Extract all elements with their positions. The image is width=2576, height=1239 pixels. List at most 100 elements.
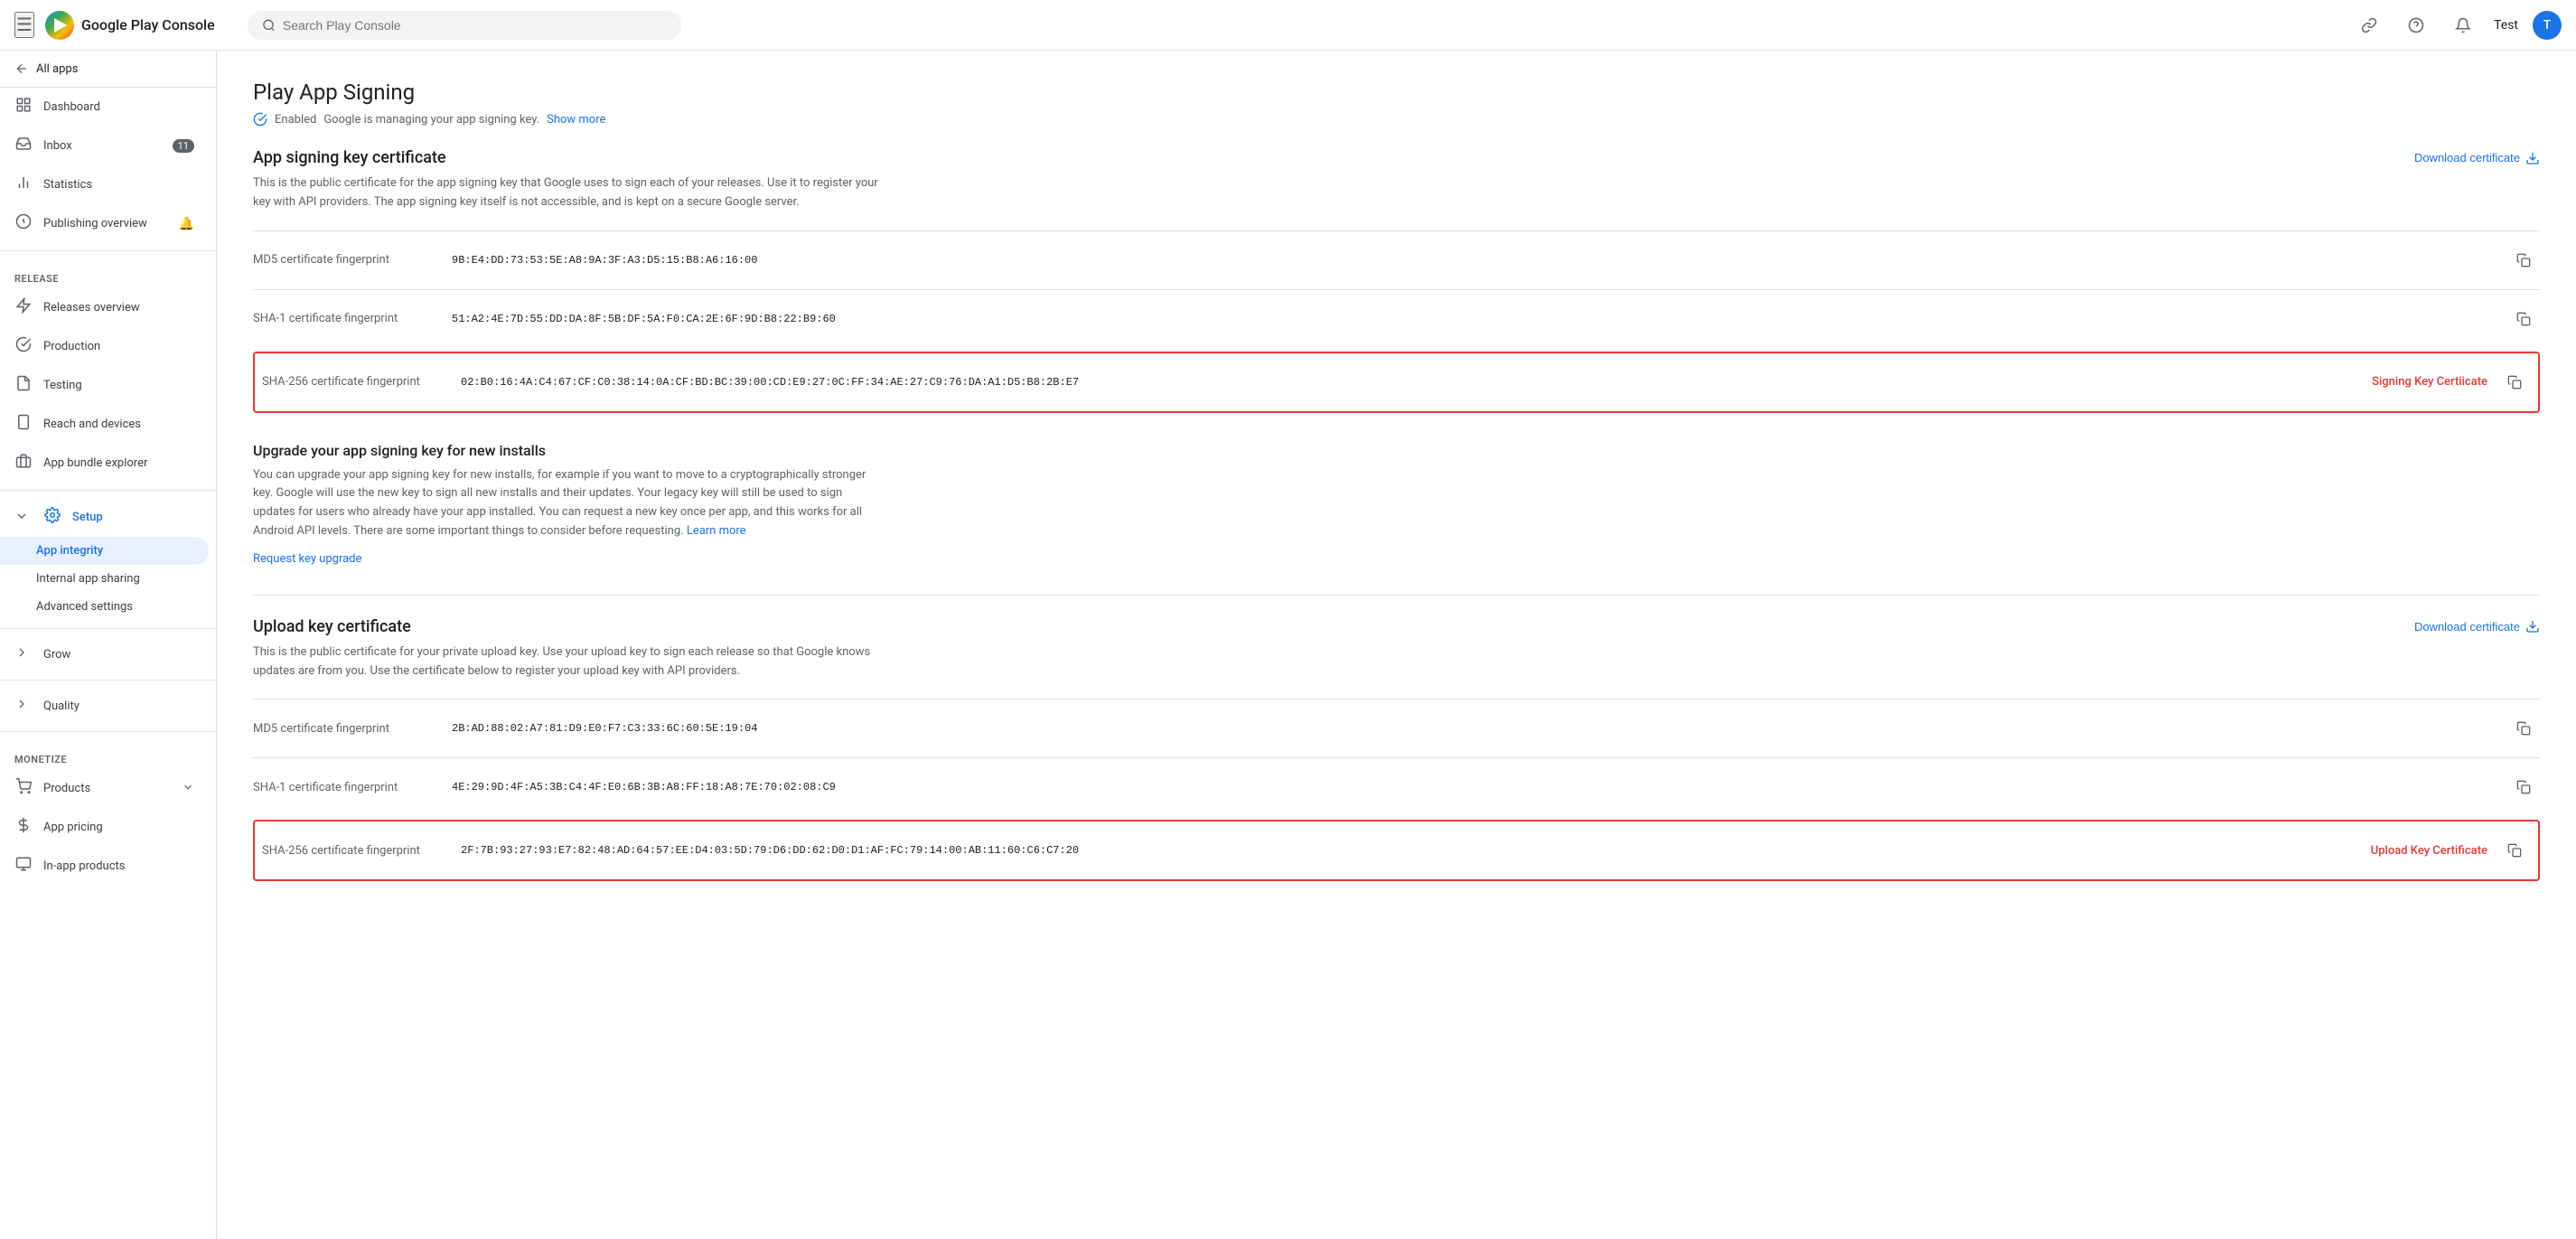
sidebar-item-testing[interactable]: Testing: [0, 366, 209, 405]
internal-sharing-label: Internal app sharing: [36, 572, 140, 586]
sidebar-item-production[interactable]: Production: [0, 327, 209, 366]
signing-sha256-row: SHA-256 certificate fingerprint 02:B0:16…: [253, 352, 2540, 413]
copy-icon: [2507, 843, 2522, 858]
request-key-upgrade-link[interactable]: Request key upgrade: [253, 552, 361, 566]
upload-section-desc: This is the public certificate for your …: [253, 643, 885, 681]
sidebar-divider-5: [0, 731, 216, 732]
publishing-icon-extra: 🔔: [179, 217, 194, 231]
sidebar-item-label: Statistics: [43, 178, 92, 192]
upload-md5-value: 2B:AD:88:02:A7:81:D9:E0:F7:C3:33:6C:60:5…: [452, 722, 2507, 735]
signing-sha1-copy-button[interactable]: [2507, 303, 2540, 335]
sidebar-item-inbox[interactable]: Inbox 11: [0, 127, 209, 165]
upload-sha1-copy-button[interactable]: [2507, 771, 2540, 803]
sidebar-item-app-pricing[interactable]: App pricing: [0, 808, 209, 847]
topbar: ☰ Google Play Console Test T: [0, 0, 2576, 51]
in-app-icon: [14, 856, 33, 877]
sidebar-item-label: Inbox: [43, 139, 72, 153]
sidebar-item-statistics[interactable]: Statistics: [0, 165, 209, 204]
signing-md5-copy-button[interactable]: [2507, 244, 2540, 277]
upload-sha256-label: SHA-256 certificate fingerprint: [262, 844, 461, 858]
upload-download-button[interactable]: Download certificate: [2414, 619, 2540, 634]
signing-key-badge: Signing Key Certiicate: [2372, 375, 2487, 389]
sidebar-item-label: Testing: [43, 379, 82, 392]
help-icon-button[interactable]: [2400, 9, 2432, 42]
copy-icon: [2516, 253, 2531, 268]
sidebar-divider-4: [0, 680, 216, 681]
quality-expand-icon: [14, 697, 29, 715]
statistics-icon: [14, 174, 33, 195]
search-bar[interactable]: [248, 11, 681, 40]
sidebar-item-dashboard[interactable]: Dashboard: [0, 88, 209, 127]
upload-sha256-row: SHA-256 certificate fingerprint 2F:7B:93…: [253, 820, 2540, 881]
play-logo-icon: [45, 11, 74, 40]
sidebar-item-label: Production: [43, 340, 100, 353]
sidebar-item-quality[interactable]: Quality: [0, 688, 216, 724]
status-enabled: Enabled: [275, 113, 316, 127]
all-apps-button[interactable]: All apps: [0, 51, 216, 88]
products-expand-icon: [182, 781, 194, 797]
download-icon: [2525, 151, 2540, 165]
sidebar: All apps Dashboard Inbox 11 Statistics: [0, 51, 217, 1239]
upload-md5-copy-button[interactable]: [2507, 712, 2540, 745]
search-input[interactable]: [283, 18, 667, 33]
products-icon: [14, 778, 33, 799]
notifications-icon-button[interactable]: [2447, 9, 2479, 42]
sidebar-item-label: Dashboard: [43, 100, 100, 114]
sidebar-item-label: Publishing overview: [43, 217, 147, 230]
hamburger-menu-button[interactable]: ☰: [14, 12, 34, 38]
signing-section-desc: This is the public certificate for the a…: [253, 174, 885, 212]
sidebar-item-releases-overview[interactable]: Releases overview: [0, 288, 209, 327]
grow-label: Grow: [43, 648, 70, 662]
sidebar-item-reach-devices[interactable]: Reach and devices: [0, 405, 209, 444]
grow-expand-icon: [14, 645, 29, 663]
upload-cert-section: Upload key certificate Download certific…: [253, 617, 2540, 882]
link-icon: [2361, 17, 2377, 33]
sidebar-divider-3: [0, 628, 216, 629]
sidebar-item-in-app-products[interactable]: In-app products: [0, 847, 209, 886]
sidebar-item-label: Releases overview: [43, 301, 140, 314]
upload-section-title: Upload key certificate: [253, 617, 411, 636]
sidebar-item-products[interactable]: Products: [0, 769, 209, 808]
sidebar-sub-item-advanced-settings[interactable]: Advanced settings: [0, 593, 209, 621]
upload-sha256-copy-button[interactable]: [2498, 834, 2531, 867]
play-triangle-icon: [54, 18, 67, 33]
app-logo: Google Play Console: [45, 11, 215, 40]
sidebar-sub-item-internal-sharing[interactable]: Internal app sharing: [0, 565, 209, 593]
quality-label: Quality: [43, 699, 80, 713]
sidebar-divider-2: [0, 490, 216, 491]
app-pricing-label: App pricing: [43, 821, 103, 834]
back-arrow-icon: [14, 61, 29, 76]
publishing-icon: [14, 213, 33, 234]
copy-icon: [2516, 312, 2531, 326]
inbox-badge: 11: [173, 139, 194, 153]
learn-more-link[interactable]: Learn more: [687, 524, 746, 538]
avatar[interactable]: T: [2533, 11, 2562, 40]
help-icon: [2408, 17, 2424, 33]
signing-section-header: App signing key certificate Download cer…: [253, 148, 2540, 167]
production-icon: [14, 336, 33, 357]
sidebar-item-setup[interactable]: Setup: [0, 498, 216, 537]
signing-sha256-copy-button[interactable]: [2498, 366, 2531, 399]
test-label: Test: [2494, 18, 2518, 33]
products-label: Products: [43, 782, 90, 795]
expand-arrow-icon: [14, 509, 29, 527]
status-desc: Google is managing your app signing key.: [323, 113, 539, 127]
in-app-products-label: In-app products: [43, 859, 125, 873]
inbox-icon: [14, 136, 33, 156]
signing-sha1-label: SHA-1 certificate fingerprint: [253, 312, 452, 325]
topbar-actions: Test T: [2353, 9, 2562, 42]
dashboard-icon: [14, 97, 33, 117]
sidebar-item-publishing-overview[interactable]: Publishing overview 🔔: [0, 204, 209, 243]
download-icon: [2525, 619, 2540, 634]
link-icon-button[interactable]: [2353, 9, 2385, 42]
sidebar-item-grow[interactable]: Grow: [0, 636, 216, 672]
sidebar-sub-item-app-integrity[interactable]: App integrity: [0, 537, 209, 565]
notifications-icon: [2455, 17, 2471, 33]
upload-md5-row: MD5 certificate fingerprint 2B:AD:88:02:…: [253, 699, 2540, 757]
upload-section-header: Upload key certificate Download certific…: [253, 617, 2540, 636]
signing-download-button[interactable]: Download certificate: [2414, 151, 2540, 165]
sidebar-item-app-bundle[interactable]: App bundle explorer: [0, 444, 209, 483]
show-more-link[interactable]: Show more: [547, 113, 605, 127]
layout: All apps Dashboard Inbox 11 Statistics: [0, 51, 2576, 1239]
main-content: Play App Signing Enabled Google is manag…: [217, 51, 2576, 1239]
